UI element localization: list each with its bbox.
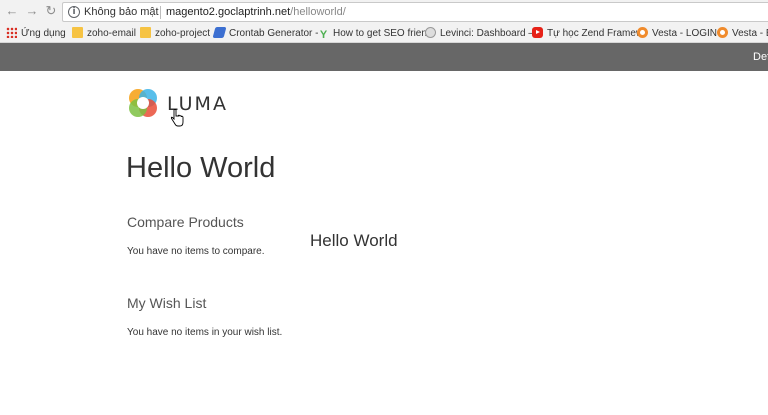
apps-grid-icon xyxy=(6,27,17,38)
vesta-icon xyxy=(637,27,648,38)
address-bar[interactable]: i Không bảo mật magento2.goclaptrinh.net… xyxy=(62,2,768,22)
header-link[interactable]: Def xyxy=(753,51,768,63)
bookmark-label: Ứng dụng xyxy=(21,28,66,39)
security-label[interactable]: Không bảo mật xyxy=(84,6,159,18)
bookmark-levinci[interactable]: Levinci: Dashboard – xyxy=(425,26,534,41)
bookmark-zoho-project[interactable]: zoho-project xyxy=(140,26,210,41)
address-separator xyxy=(160,6,161,19)
luma-logo-icon xyxy=(129,89,157,117)
bookmark-label: Vesta - B xyxy=(732,28,768,39)
url-host: magento2.goclaptrinh.net xyxy=(166,6,291,18)
levinci-icon xyxy=(425,27,436,38)
bookmark-label: Tự học Zend Framew xyxy=(547,28,644,39)
crontab-icon xyxy=(212,27,227,38)
bookmark-zoho-email[interactable]: zoho-email xyxy=(72,26,136,41)
vesta-icon xyxy=(717,27,728,38)
bookmarks-bar: Ứng dụng zoho-email zoho-project Crontab… xyxy=(0,24,768,43)
reload-icon[interactable]: ↻ xyxy=(43,3,59,19)
browser-address-row: ← → ↻ i Không bảo mật magento2.goclaptri… xyxy=(0,0,768,24)
page-title: Hello World xyxy=(126,152,276,184)
hand-cursor-icon xyxy=(170,109,184,127)
bookmark-label: Levinci: Dashboard – xyxy=(440,28,534,39)
url-text[interactable]: magento2.goclaptrinh.net/helloworld/ xyxy=(166,6,346,18)
bookmark-apps[interactable]: Ứng dụng xyxy=(6,26,66,41)
folder-icon xyxy=(72,27,83,38)
bookmark-label: zoho-email xyxy=(87,28,136,39)
bookmark-crontab[interactable]: Crontab Generator - xyxy=(212,26,319,41)
bookmark-label: How to get SEO frien xyxy=(333,28,427,39)
hello-world-text: Hello World xyxy=(310,231,398,250)
page-header-strip: Def xyxy=(0,43,768,71)
wishlist-empty-text: You have no items in your wish list. xyxy=(127,327,283,338)
folder-icon xyxy=(140,27,151,38)
back-arrow-icon[interactable]: ← xyxy=(4,3,20,19)
bookmark-vesta-b[interactable]: Vesta - B xyxy=(717,26,768,41)
youtube-icon xyxy=(532,27,543,38)
bookmark-vesta-login[interactable]: Vesta - LOGIN xyxy=(637,26,717,41)
info-icon[interactable]: i xyxy=(68,6,80,18)
bookmark-label: Vesta - LOGIN xyxy=(652,28,718,39)
bookmark-label: zoho-project xyxy=(155,28,211,39)
forward-arrow-icon[interactable]: → xyxy=(24,3,40,19)
seo-icon: Y xyxy=(319,29,328,41)
bookmark-label: Crontab Generator - xyxy=(229,28,319,39)
wishlist-title: My Wish List xyxy=(127,295,207,311)
compare-products-title: Compare Products xyxy=(127,214,244,230)
bookmark-seo[interactable]: Y How to get SEO frien xyxy=(318,26,427,41)
url-path: /helloworld/ xyxy=(290,6,346,18)
compare-empty-text: You have no items to compare. xyxy=(127,246,265,257)
bookmark-zend[interactable]: Tự học Zend Framew xyxy=(532,26,643,41)
